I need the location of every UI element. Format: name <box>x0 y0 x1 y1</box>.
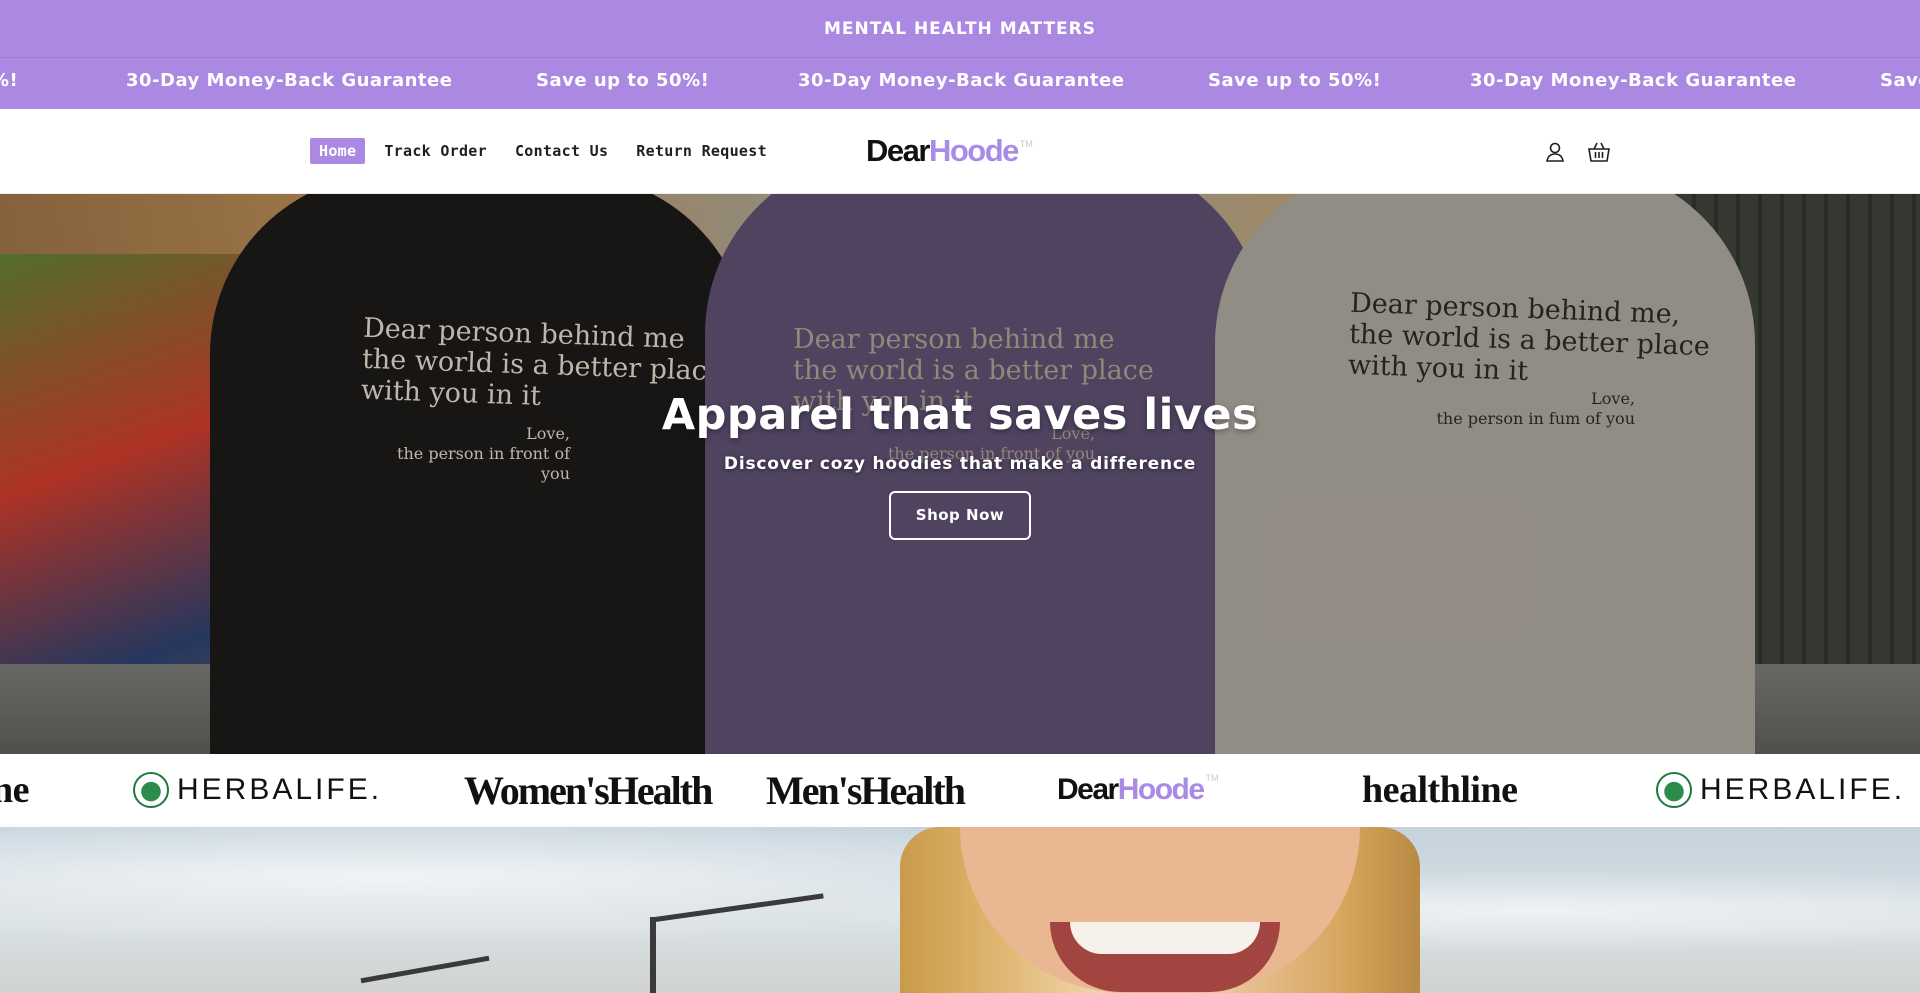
marquee-item: 30-Day Money-Back Guarantee <box>126 70 453 91</box>
herbalife-leaf-icon <box>1656 772 1692 808</box>
person-teeth <box>1070 922 1260 954</box>
press-logo-cutoff: ne <box>0 769 30 811</box>
header-icons <box>1542 139 1612 165</box>
press-logo-dear: Dear <box>1057 773 1119 806</box>
testimonial-video[interactable] <box>0 827 1920 993</box>
press-logo-text: Women'sHealth <box>464 767 713 813</box>
logo-hoode: Hoode <box>928 133 1019 168</box>
hero-banner: Dear person behind me the world is a bet… <box>0 194 1920 754</box>
press-logo-mens-health: Men'sHealth <box>766 768 966 813</box>
lamp-post <box>650 917 656 993</box>
press-logo-herbalife: HERBALIFE. <box>1656 770 1905 810</box>
press-logo-womens-health: Women'sHealth <box>464 768 713 813</box>
marquee-item: Save <box>1880 70 1920 91</box>
press-logo-trademark: TM <box>1205 773 1219 783</box>
marquee-item: 30-Day Money-Back Guarantee <box>798 70 1125 91</box>
marquee-item: Save up to 50%! <box>1208 70 1382 91</box>
account-icon[interactable] <box>1542 139 1568 165</box>
marquee-item: 0%! <box>0 70 19 91</box>
press-logo-text: ne <box>0 769 30 811</box>
press-logo-text: HERBALIFE. <box>1700 773 1906 806</box>
promo-marquee: 0%! 30-Day Money-Back Guarantee Save up … <box>0 58 1920 109</box>
shop-now-button[interactable]: Shop Now <box>889 491 1031 540</box>
main-nav: Home Track Order Contact Us Return Reque… <box>310 138 776 164</box>
press-logo-text: healthline <box>1362 769 1518 811</box>
hero-title: Apparel that saves lives <box>661 390 1259 440</box>
hero-content: Apparel that saves lives Discover cozy h… <box>0 390 1920 540</box>
nav-return-request[interactable]: Return Request <box>627 138 776 164</box>
site-logo[interactable]: Dear Hoode TM <box>866 133 1033 173</box>
nav-home[interactable]: Home <box>310 138 366 164</box>
logo-dear: Dear <box>866 133 930 168</box>
announcement-text: MENTAL HEALTH MATTERS <box>824 18 1096 39</box>
announcement-bar: MENTAL HEALTH MATTERS <box>0 0 1920 58</box>
nav-contact-us[interactable]: Contact Us <box>506 138 617 164</box>
cart-icon[interactable] <box>1586 139 1612 165</box>
press-logo-hoode: Hoode <box>1117 773 1205 806</box>
press-logo-text: HERBALIFE. <box>177 773 383 806</box>
site-header: Home Track Order Contact Us Return Reque… <box>0 109 1920 194</box>
press-logo-herbalife: HERBALIFE. <box>133 770 382 810</box>
logo-trademark: TM <box>1019 139 1033 149</box>
press-logo-text: Men'sHealth <box>766 767 966 813</box>
marquee-item: 30-Day Money-Back Guarantee <box>1470 70 1797 91</box>
marquee-item: Save up to 50%! <box>536 70 710 91</box>
press-logo-strip: ne HERBALIFE. Women'sHealth Men'sHealth … <box>0 754 1920 827</box>
herbalife-leaf-icon <box>133 772 169 808</box>
nav-track-order[interactable]: Track Order <box>375 138 496 164</box>
hero-subtitle: Discover cozy hoodies that make a differ… <box>723 454 1197 474</box>
press-logo-dearhoode: Dear Hoode TM <box>1057 770 1219 810</box>
press-logo-healthline: healthline <box>1362 769 1518 811</box>
